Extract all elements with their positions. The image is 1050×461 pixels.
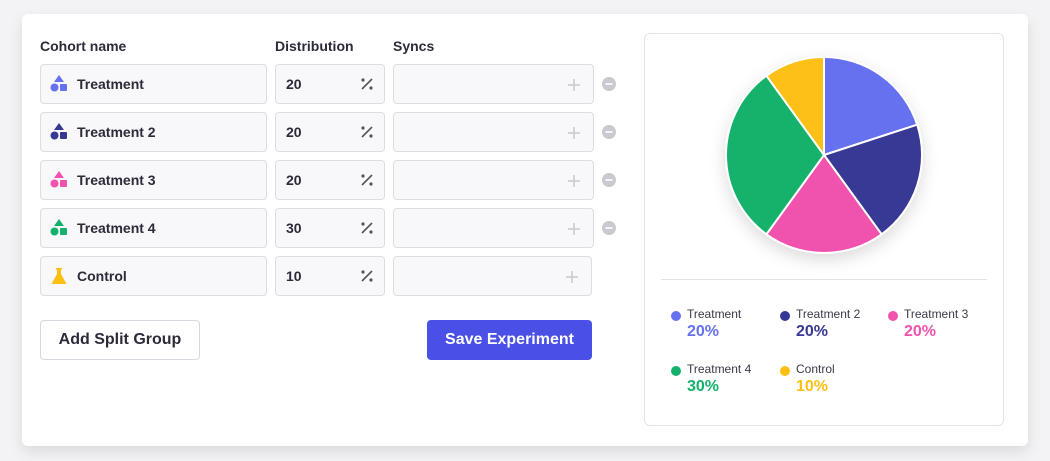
remove-cohort-icon[interactable]	[602, 221, 616, 235]
cohort-row-treatment: Treatment 20	[40, 64, 620, 104]
legend-value: 30%	[687, 378, 720, 395]
cohort-name-text: Control	[77, 268, 127, 284]
remove-cohort-icon[interactable]	[602, 173, 616, 187]
cohort-name-field[interactable]: Treatment 2	[40, 112, 267, 152]
syncs-field[interactable]	[393, 208, 594, 248]
cohort-name-text: Treatment	[77, 76, 144, 92]
distribution-input[interactable]: 20	[275, 160, 385, 200]
cohort-name-field[interactable]: Treatment	[40, 64, 267, 104]
shapes-icon	[50, 171, 67, 188]
legend-label: Treatment 4	[687, 362, 752, 376]
syncs-field[interactable]	[393, 64, 594, 104]
cohort-name-field[interactable]: Treatment 3	[40, 160, 267, 200]
distribution-input[interactable]: 20	[275, 64, 385, 104]
shapes-icon	[50, 123, 67, 140]
cohort-row-treatment-4: Treatment 4 30	[40, 208, 620, 248]
add-sync-icon[interactable]	[567, 78, 581, 92]
cohort-name-text: Treatment 2	[77, 124, 156, 140]
percent-icon	[361, 78, 373, 90]
chart-panel: Treatment 20% Treatment 2 20% Treatment …	[644, 33, 1004, 426]
legend-label: Treatment 3	[904, 307, 969, 321]
legend-value: 20%	[904, 323, 937, 340]
distribution-value: 20	[286, 76, 302, 92]
add-split-group-button[interactable]: Add Split Group	[40, 320, 200, 360]
distribution-header: Distribution	[275, 38, 354, 54]
distribution-input[interactable]: 30	[275, 208, 385, 248]
legend-dot	[671, 366, 681, 376]
cohort-name-text: Treatment 4	[77, 220, 156, 236]
legend-label: Treatment	[687, 307, 742, 321]
distribution-value: 10	[286, 268, 302, 284]
shapes-icon	[50, 219, 67, 236]
legend-dot	[780, 366, 790, 376]
legend-dot	[780, 311, 790, 321]
pie-chart	[725, 56, 923, 254]
remove-cohort-icon[interactable]	[602, 125, 616, 139]
percent-icon	[361, 174, 373, 186]
percent-icon	[361, 270, 373, 282]
syncs-field[interactable]	[393, 256, 592, 296]
legend-label: Control	[796, 362, 835, 376]
legend-label: Treatment 2	[796, 307, 861, 321]
syncs-field[interactable]	[393, 112, 594, 152]
add-sync-icon[interactable]	[567, 222, 581, 236]
distribution-input[interactable]: 10	[275, 256, 385, 296]
cohort-name-text: Treatment 3	[77, 172, 156, 188]
legend-dot	[888, 311, 898, 321]
remove-cohort-icon[interactable]	[602, 77, 616, 91]
percent-icon	[361, 126, 373, 138]
distribution-value: 20	[286, 124, 302, 140]
legend-value: 20%	[687, 323, 720, 340]
add-sync-icon[interactable]	[567, 126, 581, 140]
syncs-field[interactable]	[393, 160, 594, 200]
legend-value: 20%	[796, 323, 829, 340]
save-experiment-button[interactable]: Save Experiment	[427, 320, 592, 360]
legend-dot	[671, 311, 681, 321]
percent-icon	[361, 222, 373, 234]
distribution-value: 20	[286, 172, 302, 188]
distribution-value: 30	[286, 220, 302, 236]
cohort-row-treatment-3: Treatment 3 20	[40, 160, 620, 200]
syncs-header: Syncs	[393, 38, 435, 54]
add-sync-icon[interactable]	[565, 270, 579, 284]
chart-divider	[661, 279, 987, 280]
legend-value: 10%	[796, 378, 829, 395]
flask-icon	[51, 268, 67, 284]
cohort-name-header: Cohort name	[40, 38, 127, 54]
cohort-row-treatment-2: Treatment 2 20	[40, 112, 620, 152]
add-sync-icon[interactable]	[567, 174, 581, 188]
cohort-row-control: Control 10	[40, 256, 620, 296]
distribution-input[interactable]: 20	[275, 112, 385, 152]
shapes-icon	[50, 75, 67, 92]
cohort-name-field[interactable]: Control	[40, 256, 267, 296]
cohort-name-field[interactable]: Treatment 4	[40, 208, 267, 248]
